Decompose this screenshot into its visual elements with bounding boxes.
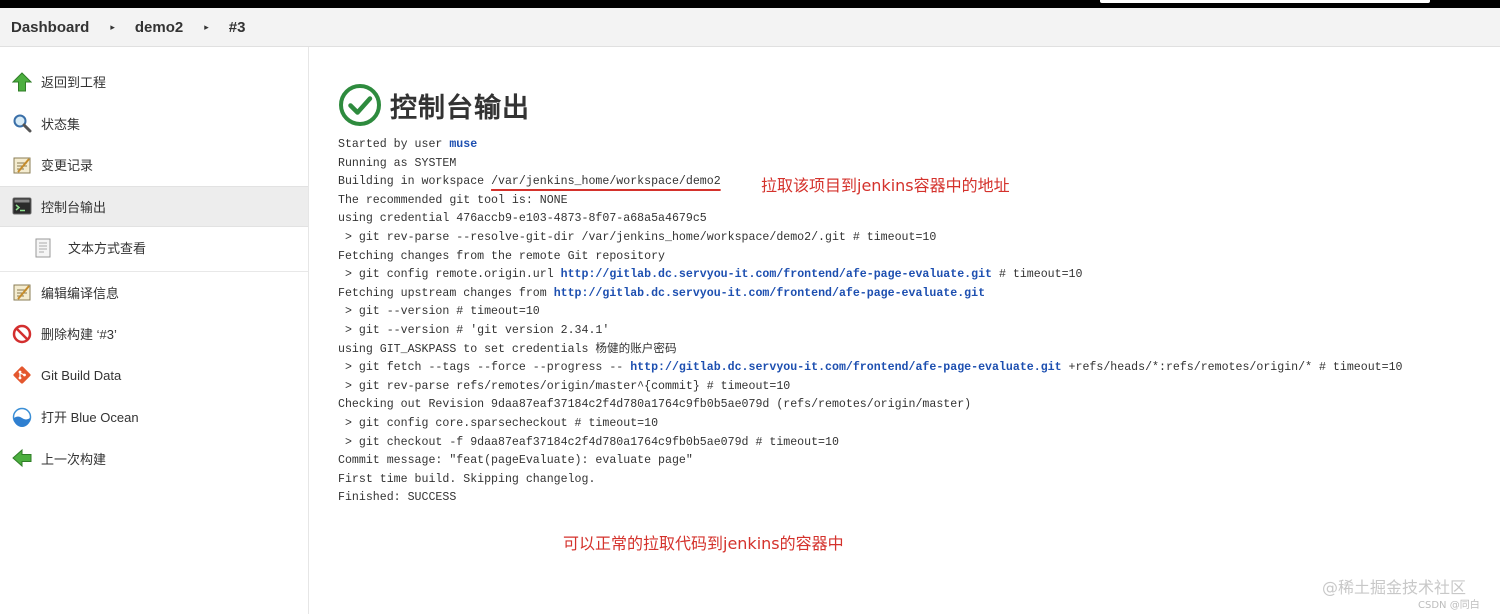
console-line: Fetching upstream changes from http://gi… bbox=[338, 285, 1403, 304]
console-line: Fetching changes from the remote Git rep… bbox=[338, 249, 665, 263]
search-strip bbox=[1100, 0, 1430, 3]
sidebar-item-changes[interactable]: 变更记录 bbox=[0, 144, 308, 186]
workspace-path: /var/jenkins_home/workspace/demo2 bbox=[491, 175, 721, 189]
console-line: using credential 476accb9-e103-4873-8f07… bbox=[338, 212, 707, 226]
annotation-success-note: 可以正常的拉取代码到jenkins的容器中 bbox=[563, 534, 844, 553]
console-line: Started by user muse bbox=[338, 136, 1403, 155]
console-line: > git rev-parse refs/remotes/origin/mast… bbox=[338, 379, 791, 393]
sidebar-item-label: 状态集 bbox=[41, 116, 81, 132]
sidebar-item-console-output[interactable]: 控制台输出 bbox=[0, 185, 308, 227]
console-line: > git checkout -f 9daa87eaf37184c2f4d780… bbox=[338, 435, 839, 449]
sidebar-item-delete-build[interactable]: 删除构建 ‘#3’ bbox=[0, 313, 308, 355]
breadcrumb-separator-icon[interactable]: ▸ bbox=[110, 22, 115, 33]
console-text: Started by user bbox=[338, 138, 450, 151]
git-icon bbox=[11, 364, 33, 386]
blue-ocean-icon bbox=[11, 406, 33, 428]
sidebar-item-label: 上一次构建 bbox=[41, 451, 107, 467]
user-link[interactable]: muse bbox=[449, 138, 477, 151]
sidebar-item-label: 文本方式查看 bbox=[68, 241, 147, 257]
console-line: using GIT_ASKPASS to set credentials 杨健的… bbox=[338, 342, 677, 356]
sidebar-item-back-to-project[interactable]: 返回到工程 bbox=[0, 61, 308, 103]
sidebar-item-git-build-data[interactable]: Git Build Data bbox=[0, 355, 308, 397]
notepad-icon bbox=[11, 154, 33, 176]
watermark-small: CSDN @同白 bbox=[1418, 600, 1480, 611]
console-line: > git config remote.origin.url http://gi… bbox=[338, 266, 1403, 285]
repo-link[interactable]: http://gitlab.dc.servyou-it.com/frontend… bbox=[554, 287, 985, 300]
breadcrumb-separator-icon[interactable]: ▸ bbox=[204, 22, 209, 33]
repo-link[interactable]: http://gitlab.dc.servyou-it.com/frontend… bbox=[561, 268, 992, 281]
sidebar-item-view-as-plain-text[interactable]: 文本方式查看 bbox=[0, 227, 308, 269]
top-bar bbox=[0, 0, 1500, 8]
console-line: > git fetch --tags --force --progress --… bbox=[338, 359, 1403, 378]
sidebar-item-label: 删除构建 ‘#3’ bbox=[41, 327, 117, 343]
repo-link[interactable]: http://gitlab.dc.servyou-it.com/frontend… bbox=[630, 361, 1061, 374]
page-header: 控制台输出 bbox=[338, 80, 1488, 130]
console-line: Running as SYSTEM bbox=[338, 156, 457, 170]
console-text: > git fetch --tags --force --progress -- bbox=[338, 361, 631, 375]
breadcrumb-dashboard[interactable]: Dashboard bbox=[11, 19, 89, 36]
document-icon bbox=[32, 237, 54, 259]
breadcrumb: Dashboard ▸ demo2 ▸ #3 bbox=[0, 8, 1500, 47]
console-text: # timeout=10 bbox=[992, 268, 1083, 282]
console-text: Fetching upstream changes from bbox=[338, 286, 554, 300]
console-line: Checking out Revision 9daa87eaf37184c2f4… bbox=[338, 398, 972, 412]
sidebar-item-edit-build-info[interactable]: 编辑编译信息 bbox=[0, 272, 308, 314]
console-line: Finished: SUCCESS bbox=[338, 491, 457, 505]
no-entry-icon bbox=[11, 323, 33, 345]
console-line: > git --version # timeout=10 bbox=[338, 305, 540, 319]
sidebar-item-status[interactable]: 状态集 bbox=[0, 103, 308, 145]
watermark: @稀土掘金技术社区 bbox=[1322, 578, 1467, 597]
annotation-workspace-note: 拉取该项目到jenkins容器中的地址 bbox=[761, 176, 1010, 195]
page-title: 控制台输出 bbox=[390, 92, 530, 123]
sidebar-item-open-blue-ocean[interactable]: 打开 Blue Ocean bbox=[0, 396, 308, 438]
sidebar-item-label: Git Build Data bbox=[41, 367, 122, 383]
console-text: +refs/heads/*:refs/remotes/origin/* # ti… bbox=[1061, 361, 1403, 375]
left-arrow-icon bbox=[11, 447, 33, 469]
console-line: > git config core.sparsecheckout # timeo… bbox=[338, 416, 659, 430]
magnifier-icon bbox=[11, 112, 33, 134]
up-arrow-icon bbox=[11, 71, 33, 93]
sidebar-item-label: 编辑编译信息 bbox=[41, 285, 120, 301]
breadcrumb-job[interactable]: demo2 bbox=[135, 19, 183, 36]
sidebar-item-label: 返回到工程 bbox=[41, 75, 107, 91]
sidebar-item-label: 打开 Blue Ocean bbox=[41, 410, 139, 426]
sidebar-item-previous-build[interactable]: 上一次构建 bbox=[0, 438, 308, 480]
success-check-icon bbox=[339, 84, 381, 126]
notepad-edit-icon bbox=[11, 281, 33, 303]
sidebar-item-label: 变更记录 bbox=[41, 158, 94, 174]
sidebar: 返回到工程 状态集 变更记录 控制台输出 文本方式查看 编辑编译信息 删除构建 … bbox=[0, 47, 309, 614]
main-content: 控制台输出 bbox=[338, 80, 1488, 130]
console-line: > git rev-parse --resolve-git-dir /var/j… bbox=[338, 230, 937, 244]
console-line: First time build. Skipping changelog. bbox=[338, 472, 596, 486]
terminal-icon bbox=[11, 195, 33, 217]
breadcrumb-build[interactable]: #3 bbox=[229, 19, 246, 36]
console-text: > git config remote.origin.url bbox=[338, 268, 561, 282]
console-text: Building in workspace bbox=[338, 175, 492, 189]
sidebar-item-label: 控制台输出 bbox=[41, 199, 107, 215]
console-line: Commit message: "feat(pageEvaluate): eva… bbox=[338, 454, 693, 468]
console-line: > git --version # 'git version 2.34.1' bbox=[338, 323, 610, 337]
